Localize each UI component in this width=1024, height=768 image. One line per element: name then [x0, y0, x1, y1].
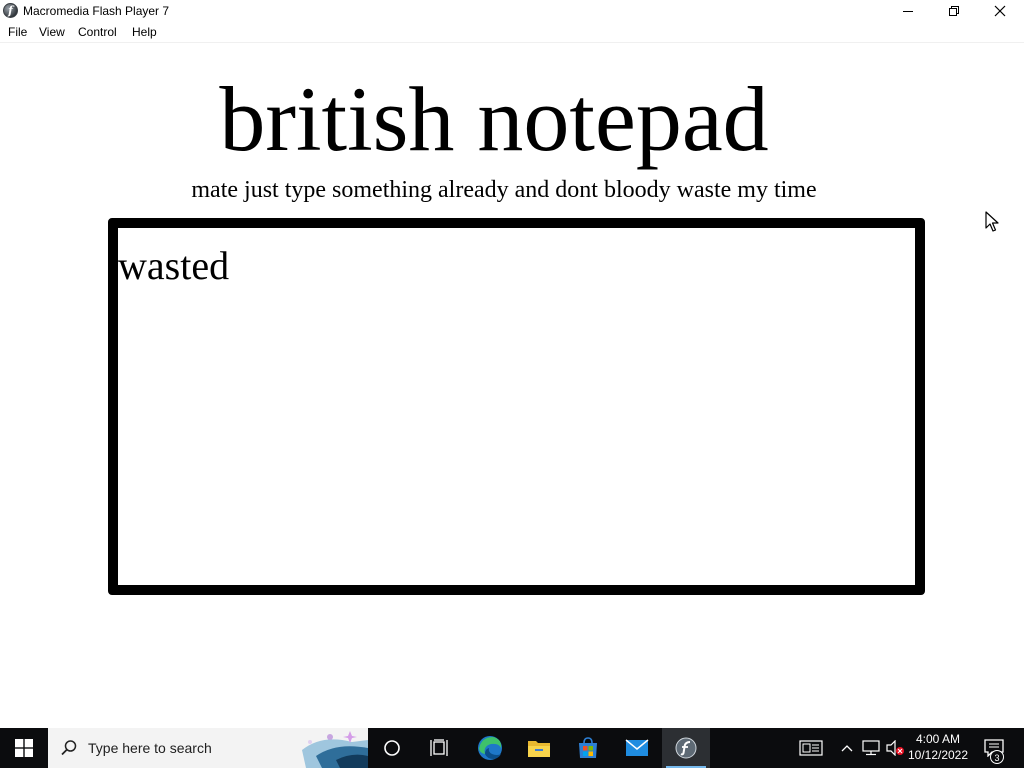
flash-stage: british notepad mate just type something… — [0, 43, 1024, 728]
flash-player-icon — [675, 737, 697, 759]
taskbar: Type here to search 4:00 AM 10/12/2022 3 — [0, 728, 1024, 768]
close-icon — [994, 5, 1006, 17]
start-button[interactable] — [0, 728, 48, 768]
notification-count-badge: 3 — [990, 750, 1004, 764]
menu-bar: File View Control Help — [0, 22, 1024, 42]
page-title: british notepad — [219, 68, 769, 170]
taskbar-search-box[interactable]: Type here to search — [48, 728, 368, 768]
search-icon — [60, 739, 78, 761]
restore-button[interactable] — [931, 0, 977, 22]
edge-icon — [478, 736, 502, 760]
restore-icon — [949, 6, 959, 16]
show-hidden-icons-button[interactable] — [838, 728, 856, 768]
menu-view[interactable]: View — [39, 25, 65, 39]
network-icon — [862, 740, 880, 756]
microsoft-store-button[interactable] — [564, 728, 612, 768]
menu-control[interactable]: Control — [78, 25, 117, 39]
mail-button[interactable] — [613, 728, 661, 768]
mouse-cursor-icon — [985, 211, 999, 232]
search-highlight-image — [292, 728, 368, 768]
menu-help[interactable]: Help — [132, 25, 157, 39]
search-placeholder: Type here to search — [88, 740, 212, 756]
microsoft-store-icon — [579, 737, 597, 758]
flash-player-icon[interactable]: f — [3, 3, 18, 18]
note-text-area[interactable]: wasted — [108, 218, 925, 595]
cortana-button[interactable] — [368, 728, 416, 768]
network-button[interactable] — [860, 728, 882, 768]
file-explorer-button[interactable] — [515, 728, 563, 768]
minimize-icon — [903, 11, 913, 12]
cortana-icon — [384, 740, 400, 756]
taskbar-clock[interactable]: 4:00 AM 10/12/2022 — [898, 731, 978, 763]
title-bar: f Macromedia Flash Player 7 — [0, 0, 1024, 22]
close-button[interactable] — [977, 0, 1023, 22]
menu-file[interactable]: File — [8, 25, 27, 39]
minimize-button[interactable] — [885, 0, 931, 22]
mail-icon — [625, 739, 649, 756]
clock-date: 10/12/2022 — [907, 748, 969, 762]
note-text: wasted — [118, 243, 230, 288]
page-subtitle: mate just type something already and don… — [191, 177, 817, 203]
task-view-icon — [430, 739, 448, 756]
windows-logo-icon — [15, 739, 33, 757]
window-title: Macromedia Flash Player 7 — [23, 4, 170, 18]
news-icon — [799, 740, 823, 756]
flash-player-taskbar-button[interactable] — [662, 728, 710, 768]
task-view-button[interactable] — [416, 728, 464, 768]
clock-time: 4:00 AM — [915, 732, 961, 746]
file-explorer-icon — [528, 741, 550, 757]
edge-button[interactable] — [466, 728, 514, 768]
news-widget-button[interactable] — [796, 728, 826, 768]
chevron-up-icon — [841, 745, 853, 752]
